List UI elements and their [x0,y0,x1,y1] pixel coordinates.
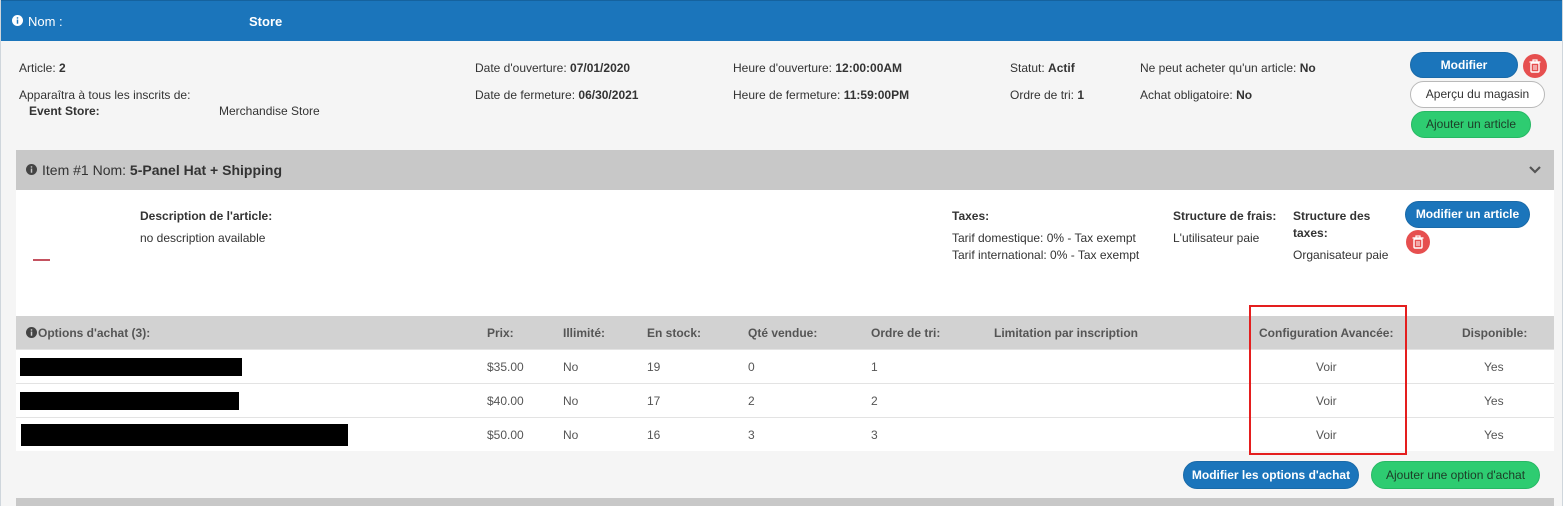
open-date: Date d'ouverture: 07/01/2020 [475,61,631,75]
modify-options-button[interactable]: Modifier les options d'achat [1183,461,1359,489]
add-article-button[interactable]: Ajouter un article [1411,111,1531,138]
store-preview-button[interactable]: Aperçu du magasin [1410,81,1545,108]
event-store-value: Merchandise Store [219,104,320,118]
redacted-option-name [21,424,348,446]
cell-sold: 2 [748,394,755,408]
cell-unlimited: No [563,360,579,374]
cell-sort: 2 [871,394,878,408]
info-icon [12,15,23,29]
add-option-button[interactable]: Ajouter une option d'achat [1371,461,1540,489]
col-price: Prix: [487,326,514,340]
item-thumbnail [33,259,50,261]
cell-price: $35.00 [487,360,524,374]
chevron-down-icon[interactable] [1528,164,1542,178]
cell-sort: 3 [871,428,878,442]
cell-available: Yes [1484,360,1504,374]
delete-store-button[interactable] [1523,54,1547,78]
cell-stock: 17 [647,394,661,408]
cell-price: $50.00 [487,428,524,442]
col-sold: Qté vendue: [748,326,818,340]
tax-structure-label-2: taxes: [1293,226,1328,240]
redacted-option-name [20,358,242,376]
mandatory-purchase: Achat obligatoire: No [1140,88,1253,102]
fee-structure-value: L'utilisateur paie [1173,231,1260,245]
delete-item-button[interactable] [1406,230,1430,254]
cell-available: Yes [1484,394,1504,408]
redacted-option-name [20,392,239,410]
fee-structure-label: Structure de frais: [1173,209,1277,223]
tax-structure-value: Organisateur paie [1293,248,1389,262]
trash-icon [1529,59,1541,73]
international-rate: Tarif international: 0% - Tax exempt [952,248,1140,262]
item-header-bar[interactable]: Item #1 Nom: 5-Panel Hat + Shipping [16,150,1554,190]
status: Statut: Actif [1010,61,1075,75]
modify-item-button[interactable]: Modifier un article [1405,201,1530,228]
visible-to-label: Apparaîtra à tous les inscrits de: [19,88,191,102]
cell-unlimited: No [563,394,579,408]
col-unlimited: Illimité: [563,326,606,340]
col-options: Options d'achat (3): [38,326,151,340]
store-header: Nom : Store [1,0,1562,41]
col-available: Disponible: [1462,326,1528,340]
cell-stock: 16 [647,428,661,442]
item-title: Item #1 Nom: 5-Panel Hat + Shipping [42,162,283,178]
col-stock: En stock: [647,326,702,340]
info-icon [26,327,37,341]
next-item-bar [16,498,1554,506]
store-name-value: Store [249,14,283,29]
cell-available: Yes [1484,428,1504,442]
highlight-box [1249,305,1407,455]
col-limit: Limitation par inscription [994,326,1139,340]
trash-icon [1412,235,1424,249]
open-time: Heure d'ouverture: 12:00:00AM [733,61,903,75]
cell-price: $40.00 [487,394,524,408]
store-name-label: Nom : [28,14,63,29]
info-icon [26,164,37,178]
cell-unlimited: No [563,428,579,442]
cell-sort: 1 [871,360,878,374]
event-store-label: Event Store: [29,104,100,118]
cell-sold: 3 [748,428,755,442]
article-count: Article: 2 [19,61,66,75]
domestic-rate: Tarif domestique: 0% - Tax exempt [952,231,1136,245]
tax-structure-label: Structure des [1293,209,1371,223]
cell-sold: 0 [748,360,755,374]
item-description: no description available [140,231,266,245]
close-date: Date de fermeture: 06/30/2021 [475,88,639,102]
single-item-only: Ne peut acheter qu'un article: No [1140,61,1316,75]
sort-order: Ordre de tri: 1 [1010,88,1085,102]
modify-store-button[interactable]: Modifier [1410,52,1518,78]
taxes-label: Taxes: [952,209,990,223]
close-time: Heure de fermeture: 11:59:00PM [733,88,910,102]
cell-stock: 19 [647,360,661,374]
item-description-label: Description de l'article: [140,209,273,223]
col-sort: Ordre de tri: [871,326,941,340]
